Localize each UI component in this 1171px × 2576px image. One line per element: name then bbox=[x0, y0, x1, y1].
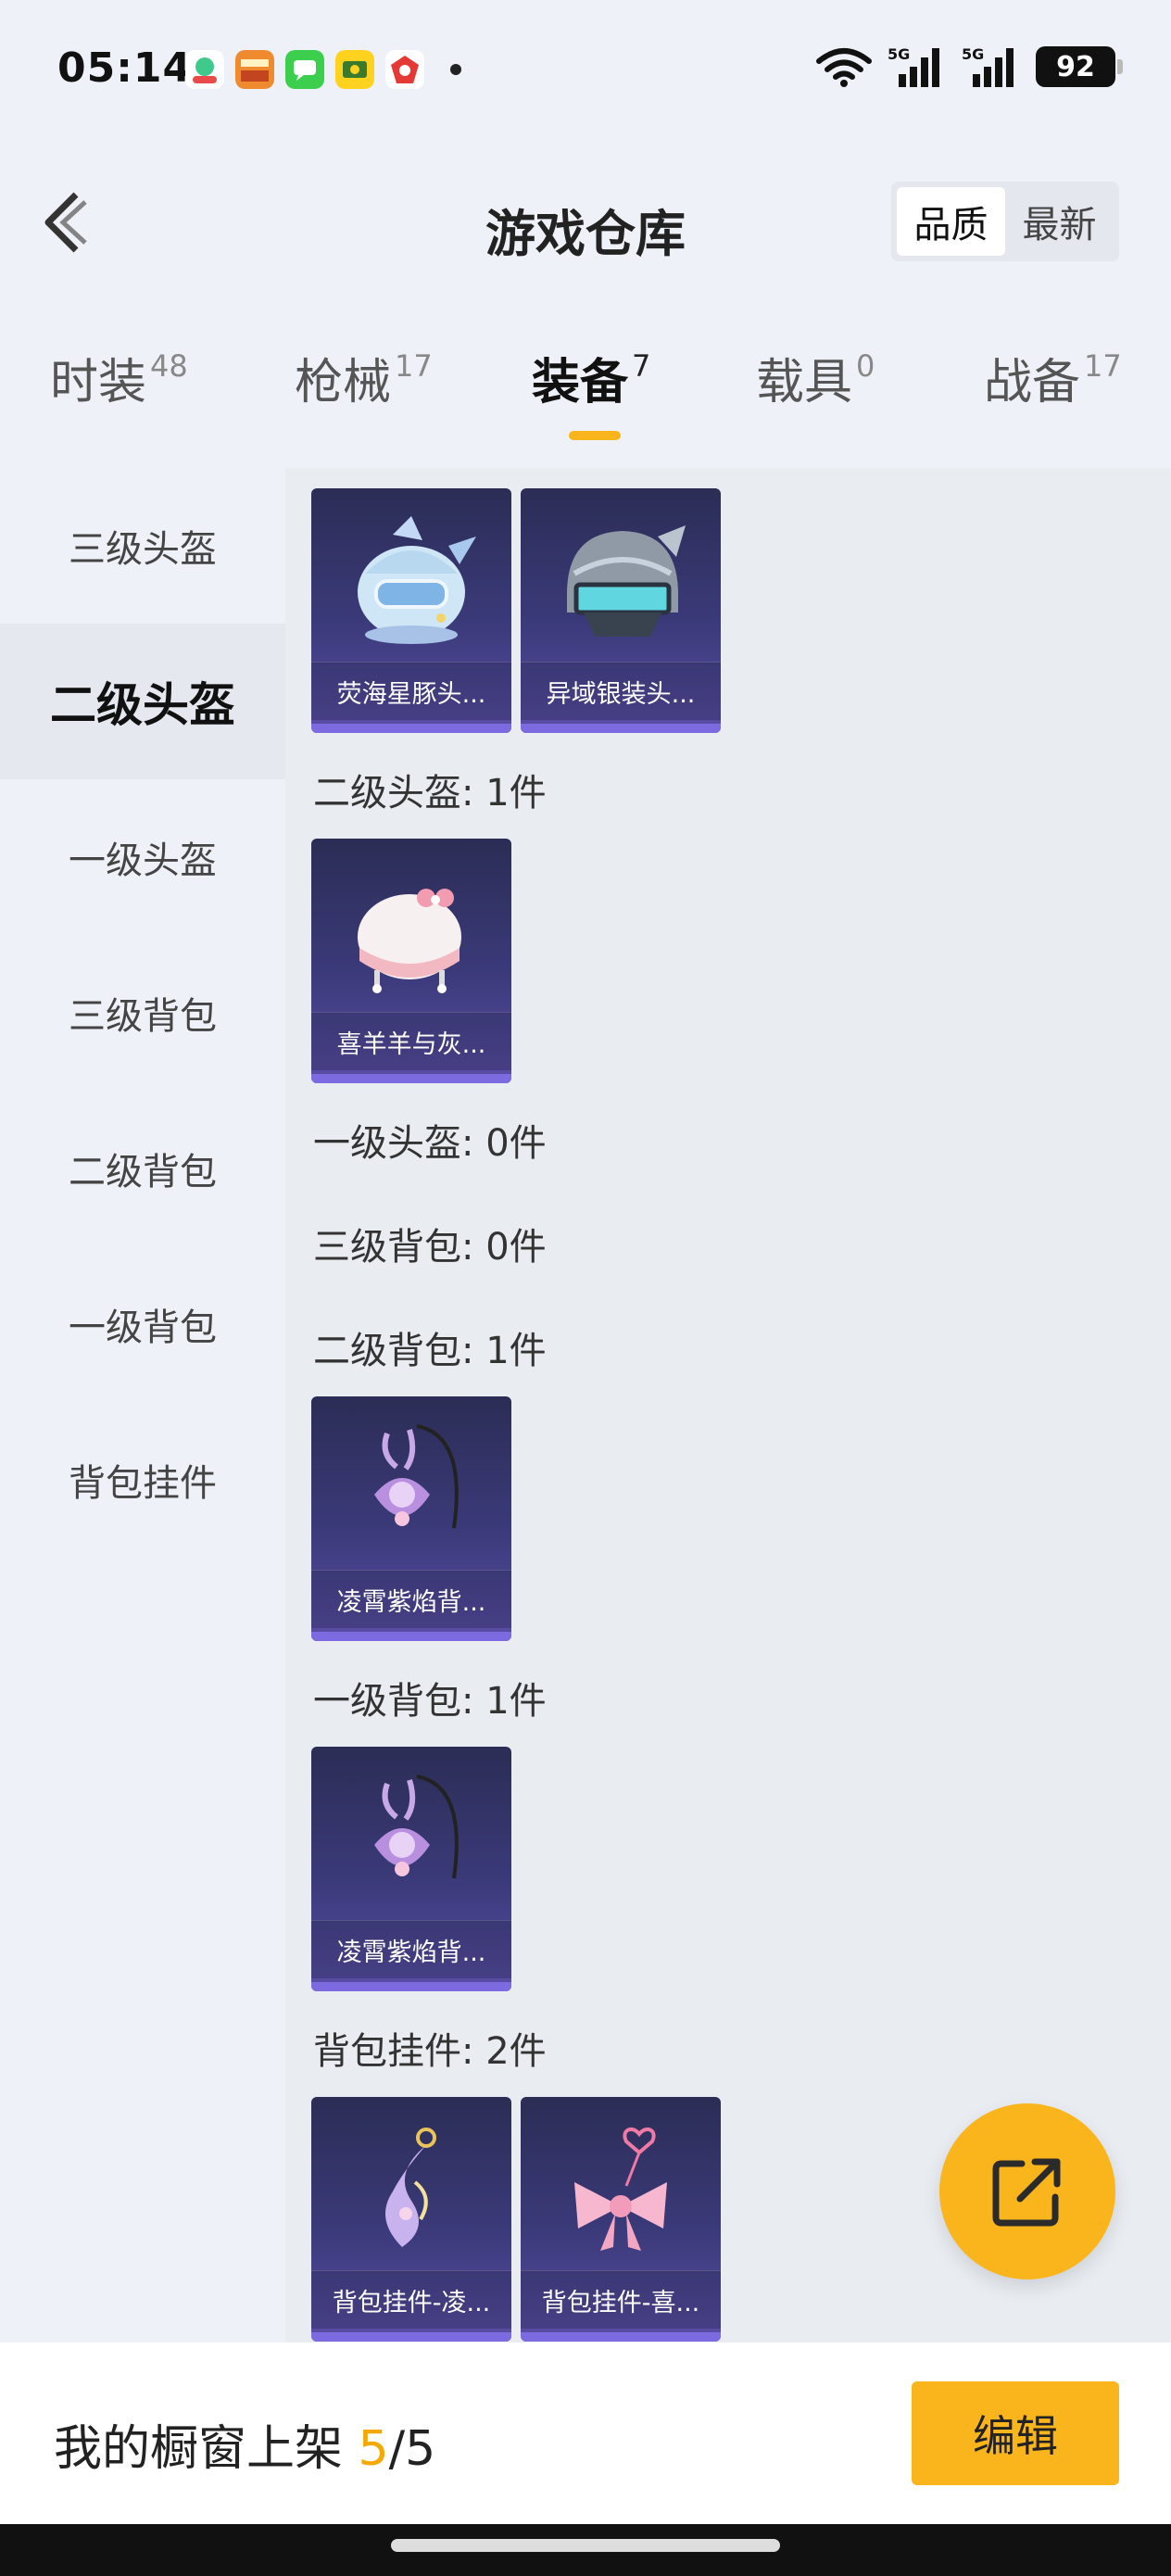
app-notification-icon bbox=[185, 50, 224, 89]
tab-label: 载具 bbox=[756, 355, 853, 410]
battery-indicator: 92 bbox=[1036, 46, 1123, 87]
item-card[interactable]: 荧海星豚头... bbox=[311, 488, 511, 733]
sidebar-item-level2-helmet[interactable]: 二级头盔 bbox=[0, 624, 285, 779]
edit-button[interactable]: 编辑 bbox=[912, 2381, 1119, 2485]
sort-toggle: 品质 最新 bbox=[891, 182, 1119, 261]
item-card[interactable]: 凌霄紫焰背... bbox=[311, 1747, 511, 1991]
system-nav-bar bbox=[0, 2524, 1171, 2576]
group-heading: 一级背包: 1件 bbox=[313, 1680, 547, 1723]
category-tabs: 时装 48 枪械 17 装备 7 载具 0 战备 17 bbox=[0, 343, 1171, 445]
item-name: 凌霄紫焰背... bbox=[311, 1920, 511, 1978]
sidebar-item-level1-helmet[interactable]: 一级头盔 bbox=[0, 779, 285, 935]
pink-helmet-icon bbox=[358, 889, 461, 993]
share-button[interactable] bbox=[939, 2103, 1115, 2279]
tab-count: 17 bbox=[1084, 348, 1122, 384]
purple-backpack-icon bbox=[374, 1424, 459, 1529]
signal-5g-icon: 5G bbox=[962, 45, 1014, 87]
item-card[interactable]: 背包挂件-喜... bbox=[521, 2097, 721, 2342]
sidebar: 三级头盔 二级头盔 一级头盔 三级背包 二级背包 一级背包 背包挂件 bbox=[0, 468, 285, 1558]
showcase-label: 我的橱窗上架 bbox=[54, 2421, 344, 2477]
app-notification-icon bbox=[385, 50, 424, 89]
tab-label: 时装 bbox=[50, 355, 147, 410]
group-heading: 背包挂件: 2件 bbox=[313, 2030, 547, 2073]
tab-count: 17 bbox=[395, 348, 433, 384]
group-heading: 二级背包: 1件 bbox=[313, 1330, 547, 1372]
showcase-counter: 我的橱窗上架 5/5 bbox=[54, 2409, 435, 2479]
message-icon bbox=[285, 50, 324, 89]
item-name: 背包挂件-喜... bbox=[521, 2270, 721, 2329]
sidebar-item-backpack-charm[interactable]: 背包挂件 bbox=[0, 1402, 285, 1558]
purple-backpack-icon bbox=[374, 1774, 459, 1879]
svg-text:5G: 5G bbox=[962, 45, 984, 63]
tab-fashion[interactable]: 时装 48 bbox=[50, 343, 188, 412]
active-tab-indicator bbox=[569, 431, 621, 440]
item-card[interactable]: 喜羊羊与灰... bbox=[311, 839, 511, 1083]
home-gesture-handle[interactable] bbox=[391, 2539, 780, 2552]
tab-vehicles[interactable]: 载具 0 bbox=[756, 343, 875, 412]
sidebar-item-level1-backpack[interactable]: 一级背包 bbox=[0, 1246, 285, 1402]
item-name: 异域银装头... bbox=[521, 662, 721, 720]
item-name: 荧海星豚头... bbox=[311, 662, 511, 720]
tab-firearms[interactable]: 枪械 17 bbox=[295, 343, 433, 412]
item-card[interactable]: 背包挂件-凌... bbox=[311, 2097, 511, 2342]
charm-icon bbox=[385, 2128, 436, 2247]
group-heading: 二级头盔: 1件 bbox=[313, 772, 547, 814]
tab-supplies[interactable]: 战备 17 bbox=[984, 343, 1122, 412]
total-count: 5 bbox=[405, 2421, 436, 2477]
share-external-icon bbox=[992, 2158, 1061, 2227]
sidebar-item-level2-backpack[interactable]: 二级背包 bbox=[0, 1091, 285, 1246]
group-heading: 三级背包: 0件 bbox=[313, 1226, 547, 1269]
item-name: 凌霄紫焰背... bbox=[311, 1570, 511, 1628]
tab-count: 7 bbox=[632, 348, 651, 384]
silver-helmet-icon bbox=[567, 525, 686, 637]
sidebar-item-level3-backpack[interactable]: 三级背包 bbox=[0, 935, 285, 1091]
wifi-icon bbox=[816, 48, 872, 87]
svg-text:5G: 5G bbox=[888, 45, 910, 63]
sort-latest-button[interactable]: 最新 bbox=[1005, 187, 1114, 256]
item-name: 喜羊羊与灰... bbox=[311, 1012, 511, 1070]
system-icons: 5G 5G 92 bbox=[815, 44, 1123, 89]
tab-label: 装备 bbox=[532, 355, 629, 410]
status-bar: 05:14 5G 5G 92 bbox=[0, 0, 1171, 139]
clock: 05:14 bbox=[57, 44, 193, 92]
sort-quality-button[interactable]: 品质 bbox=[897, 187, 1005, 256]
item-card[interactable]: 异域银装头... bbox=[521, 488, 721, 733]
item-list: 荧海星豚头... 异域银装头... 二级头盔: 1件 喜羊羊与灰... 一级头盔… bbox=[285, 468, 1171, 2342]
more-notifications-dot bbox=[450, 64, 461, 75]
app-notification-icon bbox=[335, 50, 374, 89]
app-notification-icon bbox=[235, 50, 274, 89]
signal-5g-icon: 5G bbox=[888, 45, 939, 87]
header: 游戏仓库 品质 最新 bbox=[0, 167, 1171, 278]
bow-charm-icon bbox=[574, 2127, 667, 2251]
tab-label: 战备 bbox=[984, 355, 1081, 410]
notification-icons bbox=[185, 50, 461, 89]
tab-count: 0 bbox=[856, 348, 875, 384]
group-heading: 一级头盔: 0件 bbox=[313, 1122, 547, 1165]
dolphin-helmet-icon bbox=[358, 516, 476, 644]
sidebar-item-level3-helmet[interactable]: 三级头盔 bbox=[0, 468, 285, 624]
tab-count: 48 bbox=[150, 348, 188, 384]
item-card[interactable]: 凌霄紫焰背... bbox=[311, 1396, 511, 1641]
item-name: 背包挂件-凌... bbox=[311, 2270, 511, 2329]
tab-equipment[interactable]: 装备 7 bbox=[532, 343, 650, 412]
bottom-bar: 我的橱窗上架 5/5 编辑 bbox=[0, 2342, 1171, 2524]
count-separator: / bbox=[388, 2421, 406, 2477]
tab-label: 枪械 bbox=[295, 355, 392, 410]
listed-count: 5 bbox=[358, 2421, 389, 2477]
